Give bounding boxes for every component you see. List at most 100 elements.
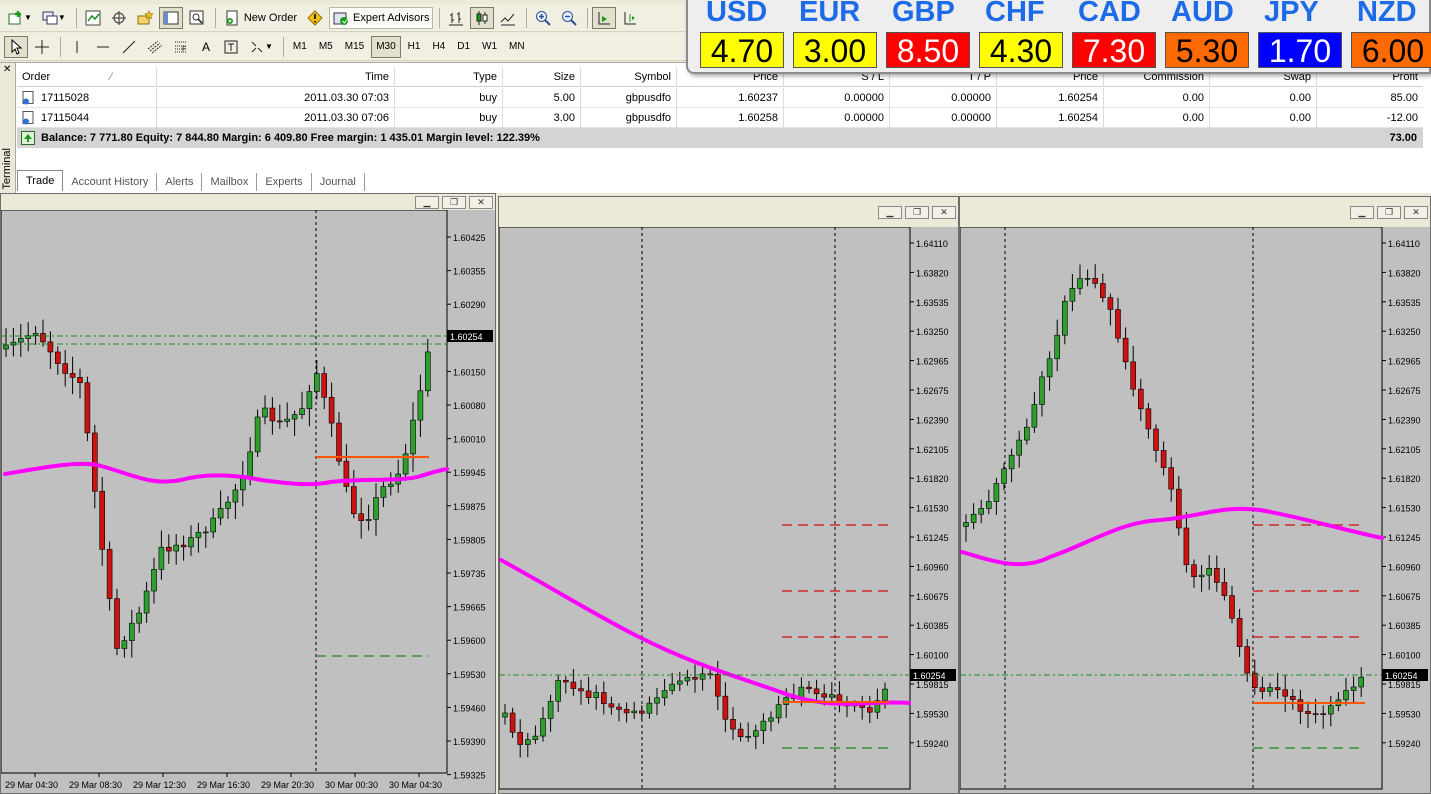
timeframe-m30[interactable]: M30 [371,35,401,58]
new-order-button[interactable]: New Order [220,7,301,29]
navigator-button[interactable] [133,7,157,29]
crosshair-button[interactable] [30,36,54,58]
bear-candle [92,432,98,492]
chevron-down-icon: ▼ [57,13,66,22]
tab-alerts[interactable]: Alerts [157,173,203,191]
tab-account-history[interactable]: Account History [63,173,158,191]
zoom-out-button[interactable] [557,7,581,29]
currency-value: 4.70 [700,32,784,69]
time-label: 30 Mar 04:30 [389,780,442,790]
currency-label: USD [706,0,768,28]
bull-candle [313,373,320,392]
bear-candle [328,396,335,424]
tab-journal[interactable]: Journal [312,173,365,191]
timeframe-w1[interactable]: W1 [477,36,502,58]
axis-tick-label: 1.61820 [1388,474,1421,484]
expert-advisors-button[interactable]: Expert Advisors [329,6,434,29]
price-chart-1[interactable]: 1.604251.603551.602901.602201.601501.600… [1,210,495,793]
vertical-line-button[interactable] [65,36,89,58]
tab-experts[interactable]: Experts [257,173,312,191]
bull-candle [684,677,691,682]
bull-candle [1358,676,1365,688]
bull-candle [775,704,782,719]
vertical-line-icon [76,40,78,53]
cursor-button[interactable] [4,35,28,58]
horizontal-line-button[interactable] [91,36,115,58]
chevron-down-icon: ▼ [24,13,32,22]
candlestick-chart-button[interactable] [470,6,495,29]
restore-button[interactable]: ❐ [442,195,466,209]
new-chart-button[interactable]: ▼ [4,7,36,29]
close-button[interactable]: ✕ [469,195,493,209]
sl-cell: 0.00000 [784,87,890,108]
bar-chart-button[interactable] [444,7,468,29]
tab-mailbox[interactable]: Mailbox [202,173,258,191]
bear-candle [1320,713,1327,715]
timeframe-h4[interactable]: H4 [427,36,450,58]
trendline-button[interactable] [117,36,141,58]
text-label-button[interactable] [219,36,243,58]
profiles-button[interactable]: ▼ [38,7,70,29]
bull-candle [963,522,969,527]
text-button[interactable]: A [195,36,217,58]
restore-button[interactable]: ❐ [1377,205,1401,219]
price-chart-2[interactable]: 1.64110 1.63820 1.63535 1.63250 1.62965 1.626… [499,227,958,793]
header-symbol[interactable]: Symbol [581,67,677,87]
timeframe-d1[interactable]: D1 [452,36,475,58]
currency-label: JPY [1264,0,1319,28]
table-row[interactable]: 17115028 2011.03.30 07:03 buy 5.00 gbpus… [17,87,1423,108]
time-label: 29 Mar 20:30 [261,780,314,790]
header-time[interactable]: Time [157,67,395,87]
size-cell: 3.00 [503,107,581,128]
strategy-tester-button[interactable] [185,7,209,29]
data-window-button[interactable] [107,7,131,29]
timeframe-m5[interactable]: M5 [314,36,338,58]
bull-candle [1039,376,1045,405]
bear-candle [336,422,342,462]
equidistant-channel-button[interactable] [143,36,167,58]
timeframe-m1[interactable]: M1 [288,36,312,58]
bull-candle [1016,439,1023,456]
minimize-button[interactable]: ▁ [415,195,439,209]
current-price-label: 1.60254 [913,671,946,681]
metaeditor-button[interactable] [303,7,327,29]
header-size[interactable]: Size [503,67,581,87]
bull-candle [631,710,637,714]
axis-tick-label: 1.61245 [1388,533,1421,543]
auto-scroll-button[interactable] [592,6,617,29]
chart-shift-button[interactable] [618,7,642,29]
axis-tick-label: 1.62105 [916,445,949,455]
toolbar-separator [587,7,589,28]
tab-trade[interactable]: Trade [17,170,64,191]
close-button[interactable]: ✕ [932,205,956,219]
toolbar-separator [526,7,528,28]
swap-cell: 0.00 [1210,107,1317,128]
close-icon[interactable]: ✕ [3,64,11,75]
bull-candle [32,333,39,336]
header-type[interactable]: Type [395,67,503,87]
zoom-in-button[interactable] [531,7,555,29]
timeframe-h1[interactable]: H1 [403,36,426,58]
terminal-button[interactable] [158,6,183,29]
profit-cell: 85.00 [1390,91,1418,104]
restore-button[interactable]: ❐ [905,205,929,219]
timeframe-m15[interactable]: M15 [340,36,369,58]
timeframe-mn[interactable]: MN [504,36,530,58]
axis-tick-label: 1.61530 [1388,504,1421,514]
arrows-button[interactable]: ▼ [245,36,277,58]
bull-candle [555,680,562,702]
market-watch-button[interactable] [81,7,105,29]
bear-candle [1107,297,1114,310]
close-button[interactable]: ✕ [1404,205,1428,219]
chevron-down-icon: ▼ [265,42,273,51]
minimize-icon: ▁ [423,196,431,207]
header-order[interactable]: Order ⁄ [17,67,157,87]
price-chart-3[interactable]: 1.64110 1.63820 1.63535 1.63250 1.62965 1.626… [960,227,1430,793]
line-chart-button[interactable] [496,7,520,29]
bear-candle [1229,595,1235,619]
bull-candle [254,416,261,453]
minimize-button[interactable]: ▁ [878,205,902,219]
fibonacci-button[interactable]: F [169,36,193,58]
minimize-button[interactable]: ▁ [1350,205,1374,219]
table-row[interactable]: 17115044 2011.03.30 07:06 buy 3.00 gbpus… [17,107,1423,128]
